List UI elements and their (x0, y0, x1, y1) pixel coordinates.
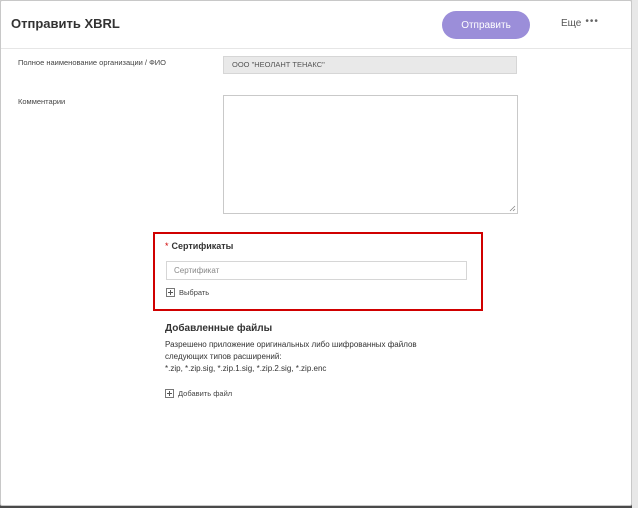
add-file-button[interactable]: Добавить файл (165, 389, 232, 398)
org-name-label: Полное наименование организации / ФИО (18, 58, 167, 67)
more-menu-button[interactable]: Еще ••• (561, 16, 599, 29)
choose-certificate-label: Выбрать (179, 288, 210, 297)
comment-label: Комментарии (18, 97, 66, 106)
plus-icon (166, 288, 175, 297)
more-dots-icon: ••• (585, 16, 599, 27)
resize-grip-icon[interactable] (509, 205, 516, 212)
backdrop-right-strip (632, 0, 638, 508)
more-label: Еще (561, 18, 582, 29)
certificates-title: * Сертификаты (165, 241, 233, 251)
send-button[interactable]: Отправить (442, 11, 530, 39)
choose-certificate-button[interactable]: Выбрать (166, 288, 209, 297)
plus-icon (165, 389, 174, 398)
certificate-input[interactable]: Сертификат (166, 261, 467, 280)
required-mark: * (165, 241, 169, 251)
dialog-title: Отправить XBRL (11, 16, 120, 31)
send-xbrl-dialog: Отправить XBRL Отправить Еще ••• Полное … (0, 0, 632, 506)
certificates-section: * Сертификаты Сертификат Выбрать (153, 232, 483, 311)
added-files-title: Добавленные файлы (165, 323, 273, 334)
comment-textarea[interactable] (223, 95, 518, 214)
certificates-title-text: Сертификаты (171, 241, 234, 251)
org-name-field: ООО "НЕОЛАНТ ТЕНАКС" (223, 56, 517, 74)
files-desc-line-3: *.zip, *.zip.sig, *.zip.1.sig, *.zip.2.s… (165, 364, 327, 373)
dialog-header: Отправить XBRL Отправить Еще ••• (1, 1, 631, 49)
add-file-label: Добавить файл (178, 389, 233, 398)
files-desc-line-1: Разрешено приложение оригинальных либо ш… (165, 340, 417, 349)
added-files-description: Разрешено приложение оригинальных либо ш… (165, 339, 445, 375)
files-desc-line-2: следующих типов расширений: (165, 352, 282, 361)
